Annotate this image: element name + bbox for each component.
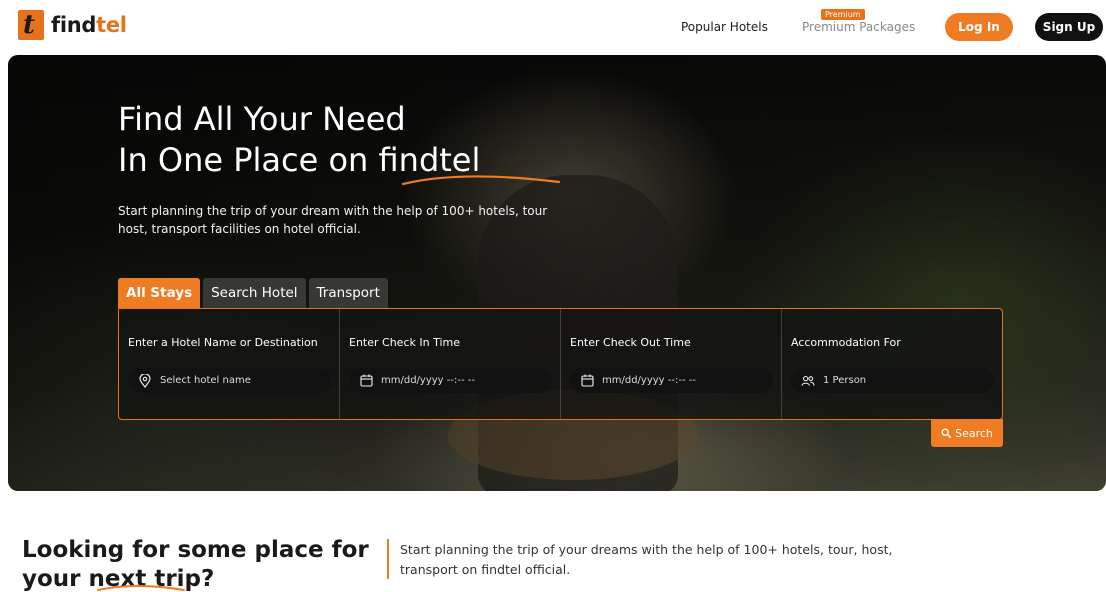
top-header: t findtel Popular Hotels Premium Package… <box>0 0 1106 54</box>
check-out-field: Enter Check Out Time mm/dd/yyyy --:-- -- <box>561 309 782 419</box>
calendar-icon[interactable] <box>580 374 594 388</box>
tab-transport[interactable]: Transport <box>308 278 388 308</box>
logo-text: findtel <box>51 13 127 37</box>
search-icon <box>941 428 952 438</box>
section-description: Start planning the trip of your dreams w… <box>400 542 893 577</box>
search-panel: Enter a Hotel Name or Destination Select… <box>118 308 1003 420</box>
destination-input[interactable]: Select hotel name <box>128 368 331 393</box>
destination-placeholder: Select hotel name <box>160 375 251 386</box>
section-title: Looking for some place for your next tri… <box>22 537 369 592</box>
hero-subtitle: Start planning the trip of your dream wi… <box>118 204 548 236</box>
destination-field: Enter a Hotel Name or Destination Select… <box>119 309 340 419</box>
hero-banner: Find All Your Need In One Place on findt… <box>8 55 1106 491</box>
findtel-logo[interactable]: t findtel <box>18 10 127 40</box>
calendar-icon[interactable] <box>359 374 373 388</box>
accommodation-input[interactable]: 1 Person <box>791 368 994 393</box>
hero-title: Find All Your Need In One Place on findt… <box>118 100 481 179</box>
check-in-input[interactable]: mm/dd/yyyy --:-- -- <box>349 368 552 393</box>
search-button-label: Search <box>955 426 993 440</box>
section-title-underline <box>97 585 185 591</box>
accommodation-value: 1 Person <box>823 375 867 386</box>
search-button[interactable]: Search <box>931 419 1003 447</box>
login-button[interactable]: Log In <box>945 13 1013 41</box>
check-in-field: Enter Check In Time mm/dd/yyyy --:-- -- <box>340 309 561 419</box>
check-in-placeholder: mm/dd/yyyy --:-- -- <box>381 375 475 386</box>
nav-premium-packages[interactable]: Premium Packages <box>802 20 915 34</box>
location-pin-icon <box>138 373 152 388</box>
premium-badge: Premium <box>821 9 865 20</box>
check-out-input[interactable]: mm/dd/yyyy --:-- -- <box>570 368 773 393</box>
check-out-placeholder: mm/dd/yyyy --:-- -- <box>602 375 696 386</box>
check-in-label: Enter Check In Time <box>349 336 460 349</box>
accommodation-field: Accommodation For 1 Person <box>782 309 1002 419</box>
destination-label: Enter a Hotel Name or Destination <box>128 336 318 349</box>
accommodation-label: Accommodation For <box>791 336 901 349</box>
signup-button[interactable]: Sign Up <box>1035 13 1103 41</box>
nav-popular-hotels[interactable]: Popular Hotels <box>681 20 768 34</box>
tab-search-hotel[interactable]: Search Hotel <box>203 278 306 308</box>
section-divider <box>387 539 389 579</box>
people-icon <box>801 374 815 388</box>
logo-mark-icon: t <box>18 10 44 40</box>
search-tabs: All Stays Search Hotel Transport <box>118 278 391 308</box>
tab-all-stays[interactable]: All Stays <box>118 278 201 308</box>
check-out-label: Enter Check Out Time <box>570 336 691 349</box>
title-underline-decoration <box>401 175 561 186</box>
